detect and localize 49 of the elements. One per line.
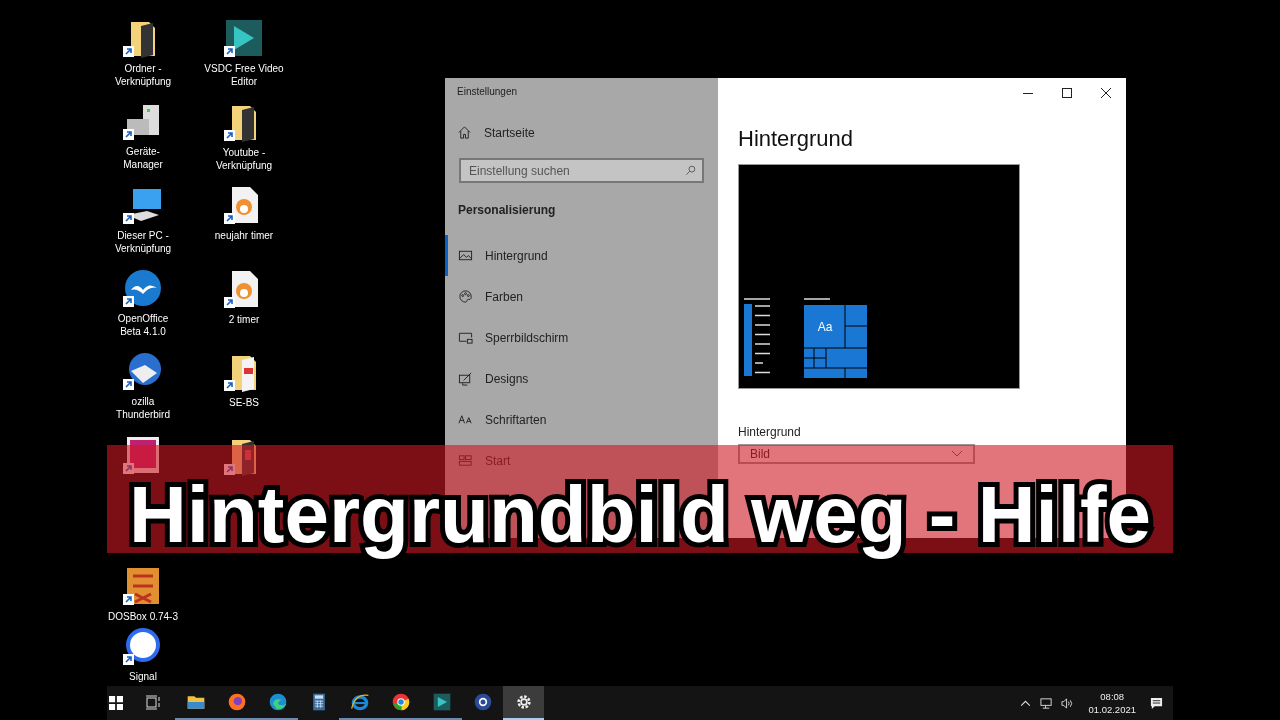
wave-globe-icon [267,692,288,712]
brush-icon [458,371,473,386]
clock-time: 08:08 [1100,690,1125,703]
home-link[interactable]: Startseite [457,125,535,140]
icon-label: SE-BS [229,396,259,409]
search-icon [685,165,696,176]
icon-label: Signal [129,670,157,684]
icon-label: neujahr timer [214,229,274,242]
maximize-icon[interactable] [1062,88,1072,98]
icon-label: Dieser PC - Verknüpfung [113,228,173,255]
taskbar-app[interactable] [503,686,544,720]
lock-screen-icon [458,330,473,345]
mail-icon[interactable] [123,351,163,392]
nav-item[interactable]: Farben [445,276,718,317]
search-field[interactable]: Einstellung suchen [459,158,704,183]
windows-logo-icon[interactable] [109,696,123,710]
icon-label: Geräte-Manager [122,145,164,172]
icon-label: OpenOffice Beta 4.1.0 [116,312,170,339]
task-view-icon[interactable] [145,695,161,711]
chrome-ball-icon [390,692,411,712]
icon-label: Ordner - Verknüpfung [113,62,173,88]
section-heading: Personalisierung [458,203,557,217]
network-icon[interactable] [1040,696,1054,710]
nav-item[interactable]: Designs [445,358,718,399]
play-icon [431,692,452,712]
nav-item[interactable]: Sperrbildschirm [445,317,718,358]
nav-item[interactable]: Schriftarten [445,399,718,440]
icon-label: DOSBox 0.74-3 [107,610,178,624]
window-title: Einstellungen [457,86,519,97]
field-label: Hintergrund [738,425,802,439]
icon-label: VSDC Free Video Editor [203,62,285,88]
picture-icon [458,248,473,263]
icon-label: ozilla Thunderbird [115,395,171,422]
palette-icon [458,289,473,304]
volume-icon[interactable] [1061,696,1075,710]
page-heading: Hintergrund [738,126,854,152]
tile-label: Aa [817,320,833,334]
chevron-icon [951,450,963,458]
clock-date: 01.02.2021 [1088,703,1136,716]
home-icon [457,125,472,140]
icon-label: 2 timer [228,312,260,326]
e-letter-icon [349,692,370,712]
close-icon[interactable] [1101,88,1111,98]
icon-label: Youtube - Verknüpfung [214,145,274,172]
seagull-icon[interactable] [123,268,163,309]
notification-icon[interactable] [1150,696,1163,710]
play-icon[interactable] [224,18,264,58]
lens-icon [472,692,493,712]
start-icon [458,453,473,468]
